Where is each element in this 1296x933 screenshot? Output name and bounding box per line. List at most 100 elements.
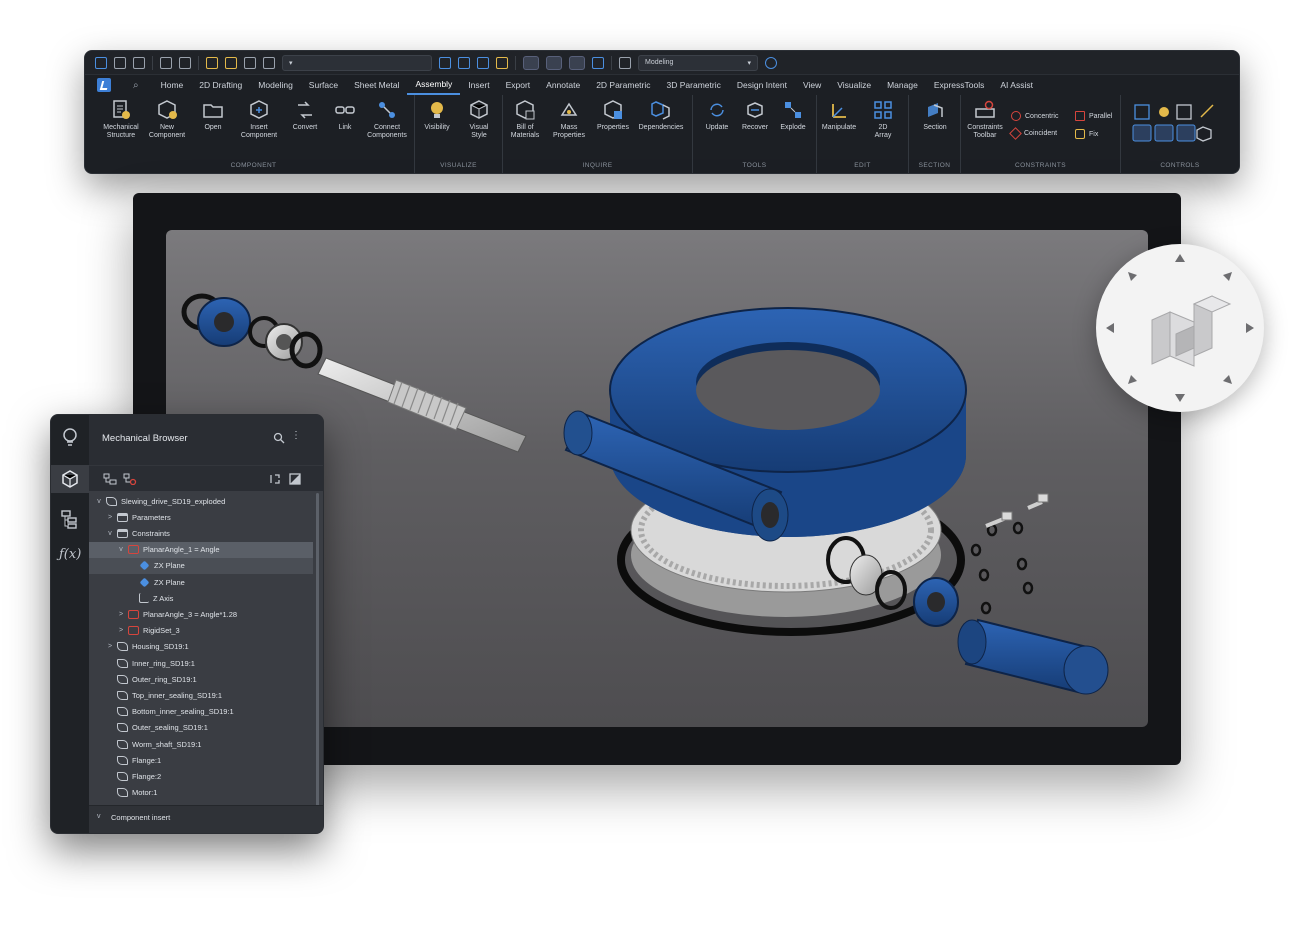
lock-icon[interactable] <box>244 56 256 69</box>
tree-item[interactable]: Inner_ring_SD19:1 <box>89 655 313 671</box>
constraints-toolbar-button[interactable]: Constraints Toolbar <box>963 99 1007 140</box>
tab-ai-assist[interactable]: AI Assist <box>992 75 1041 95</box>
tree-item[interactable]: > PlanarAngle_3 = Angle*1.28 <box>89 606 313 622</box>
convert-button[interactable]: Convert <box>283 99 327 132</box>
open-component-button[interactable]: Open <box>191 99 235 132</box>
tab-3d-parametric[interactable]: 3D Parametric <box>659 75 729 95</box>
chevron-right-icon[interactable]: > <box>117 611 125 618</box>
tree-item[interactable]: Motor:1 <box>89 785 313 801</box>
tree-item[interactable]: > Housing_SD19:1 <box>89 639 313 655</box>
tree-item[interactable]: Worm_shaft_SD19:1 <box>89 736 313 752</box>
2d-array-button[interactable]: 2D Array <box>861 99 905 140</box>
tree-item[interactable]: > Parameters <box>89 509 313 525</box>
tab-2d-parametric[interactable]: 2D Parametric <box>588 75 658 95</box>
visual-style-button[interactable]: Visual Style <box>457 99 501 140</box>
tree-item[interactable]: v Slewing_drive_SD19_exploded <box>89 493 313 509</box>
help-icon[interactable] <box>765 56 777 69</box>
tab-visualize[interactable]: Visualize <box>829 75 879 95</box>
layer-dropdown[interactable]: ▾ <box>282 54 432 71</box>
tree-item[interactable]: v Constraints <box>89 525 313 541</box>
search-icon[interactable] <box>273 432 285 444</box>
tree-item[interactable]: > RigidSet_3 <box>89 623 313 639</box>
tree-item[interactable]: Flange:1 <box>89 752 313 768</box>
cube-icon[interactable] <box>592 56 604 69</box>
constraint-filter-icon[interactable] <box>123 473 137 485</box>
tree-item[interactable]: ZX Plane <box>89 557 313 574</box>
tab-design-intent[interactable]: Design Intent <box>729 75 795 95</box>
tab-surface[interactable]: Surface <box>301 75 346 95</box>
chevron-right-icon[interactable]: > <box>106 643 114 650</box>
manipulate-button[interactable]: Manipulate <box>817 99 861 132</box>
chevron-down-icon[interactable]: v <box>95 498 103 505</box>
tree-item[interactable]: v PlanarAngle_1 = Angle <box>89 541 313 558</box>
redo-icon[interactable] <box>179 56 191 69</box>
tree-item[interactable]: Top_inner_sealing_SD19:1 <box>89 687 313 703</box>
new-file-icon[interactable] <box>114 56 126 69</box>
display-mode-icon[interactable] <box>289 473 301 485</box>
view-cube-widget[interactable] <box>1096 244 1264 412</box>
section-button[interactable]: Section <box>913 99 957 132</box>
properties-button[interactable]: Properties <box>591 99 635 132</box>
dynamic-ucs-toggle[interactable] <box>523 55 539 70</box>
snap-toggle[interactable] <box>546 55 562 70</box>
new-component-button[interactable]: New Component <box>145 99 189 140</box>
tree-item[interactable]: Outer_sealing_SD19:1 <box>89 720 313 736</box>
tree-item[interactable]: Bottom_inner_sealing_SD19:1 <box>89 704 313 720</box>
tab-modeling[interactable]: Modeling <box>250 75 301 95</box>
tab-home[interactable]: Home <box>153 75 192 95</box>
component-insert-section[interactable]: v Component insert <box>89 805 323 833</box>
mechanical-structure-button[interactable]: Mechanical Structure <box>99 99 143 140</box>
collapse-all-icon[interactable] <box>269 473 281 485</box>
explode-button[interactable]: Explode <box>771 99 815 132</box>
save-icon[interactable] <box>133 56 145 69</box>
sun-icon[interactable] <box>225 56 237 69</box>
tab-manage[interactable]: Manage <box>879 75 926 95</box>
tab-annotate[interactable]: Annotate <box>538 75 588 95</box>
tree-scrollbar[interactable] <box>316 493 319 813</box>
workspace-dropdown[interactable]: Modeling ▾ <box>638 54 758 71</box>
tab-insert[interactable]: Insert <box>460 75 497 95</box>
insert-component-button[interactable]: Insert Component <box>237 99 281 140</box>
tab-view[interactable]: View <box>795 75 829 95</box>
tree-item[interactable]: Outer_ring_SD19:1 <box>89 671 313 687</box>
tab-assembly[interactable]: Assembly <box>407 75 461 95</box>
mass-properties-button[interactable]: Mass Properties <box>547 99 591 140</box>
dependencies-button[interactable]: Dependencies <box>639 99 683 132</box>
more-options-icon[interactable]: ⋮ <box>291 431 301 441</box>
coincident-button[interactable]: Coincident <box>1009 127 1057 140</box>
fix-button[interactable]: Fix <box>1075 129 1098 139</box>
search-icon[interactable]: ⌕ <box>133 80 139 91</box>
match-icon[interactable] <box>458 56 470 69</box>
lightbulb-icon[interactable] <box>60 427 80 447</box>
parallel-button[interactable]: Parallel <box>1075 111 1112 121</box>
color-swatch-icon[interactable] <box>263 56 275 69</box>
function-icon[interactable]: ƒ(x) <box>59 547 83 567</box>
tab-sheet-metal[interactable]: Sheet Metal <box>346 75 407 95</box>
app-icon[interactable] <box>95 56 107 69</box>
cube-icon[interactable] <box>60 469 80 489</box>
tab-expresstools[interactable]: ExpressTools <box>926 75 993 95</box>
application-menu-button[interactable] <box>97 78 111 92</box>
tree-item[interactable]: Z Axis <box>89 590 313 606</box>
filter-icon[interactable] <box>477 56 489 69</box>
tree-icon[interactable] <box>60 509 80 529</box>
track-toggle[interactable] <box>569 55 585 70</box>
expand-tree-icon[interactable] <box>103 473 117 485</box>
undo-icon[interactable] <box>160 56 172 69</box>
isolate-icon[interactable] <box>496 56 508 69</box>
chevron-right-icon[interactable]: > <box>117 627 125 634</box>
tree-item[interactable]: ZX Plane <box>89 574 313 590</box>
link-button[interactable]: Link <box>323 99 367 132</box>
chevron-down-icon[interactable]: v <box>117 546 125 553</box>
concentric-button[interactable]: Concentric <box>1011 111 1058 121</box>
tree-item[interactable]: Flange:2 <box>89 768 313 784</box>
connect-components-button[interactable]: Connect Components <box>365 99 409 140</box>
tab-2d-drafting[interactable]: 2D Drafting <box>191 75 250 95</box>
pick-icon[interactable] <box>439 56 451 69</box>
visibility-button[interactable]: Visibility <box>415 99 459 132</box>
tab-export[interactable]: Export <box>498 75 539 95</box>
chevron-right-icon[interactable]: > <box>106 514 114 521</box>
layer-bulb-icon[interactable] <box>206 56 218 69</box>
chevron-down-icon[interactable]: v <box>106 530 114 537</box>
bill-of-materials-button[interactable]: Bill of Materials <box>503 99 547 140</box>
